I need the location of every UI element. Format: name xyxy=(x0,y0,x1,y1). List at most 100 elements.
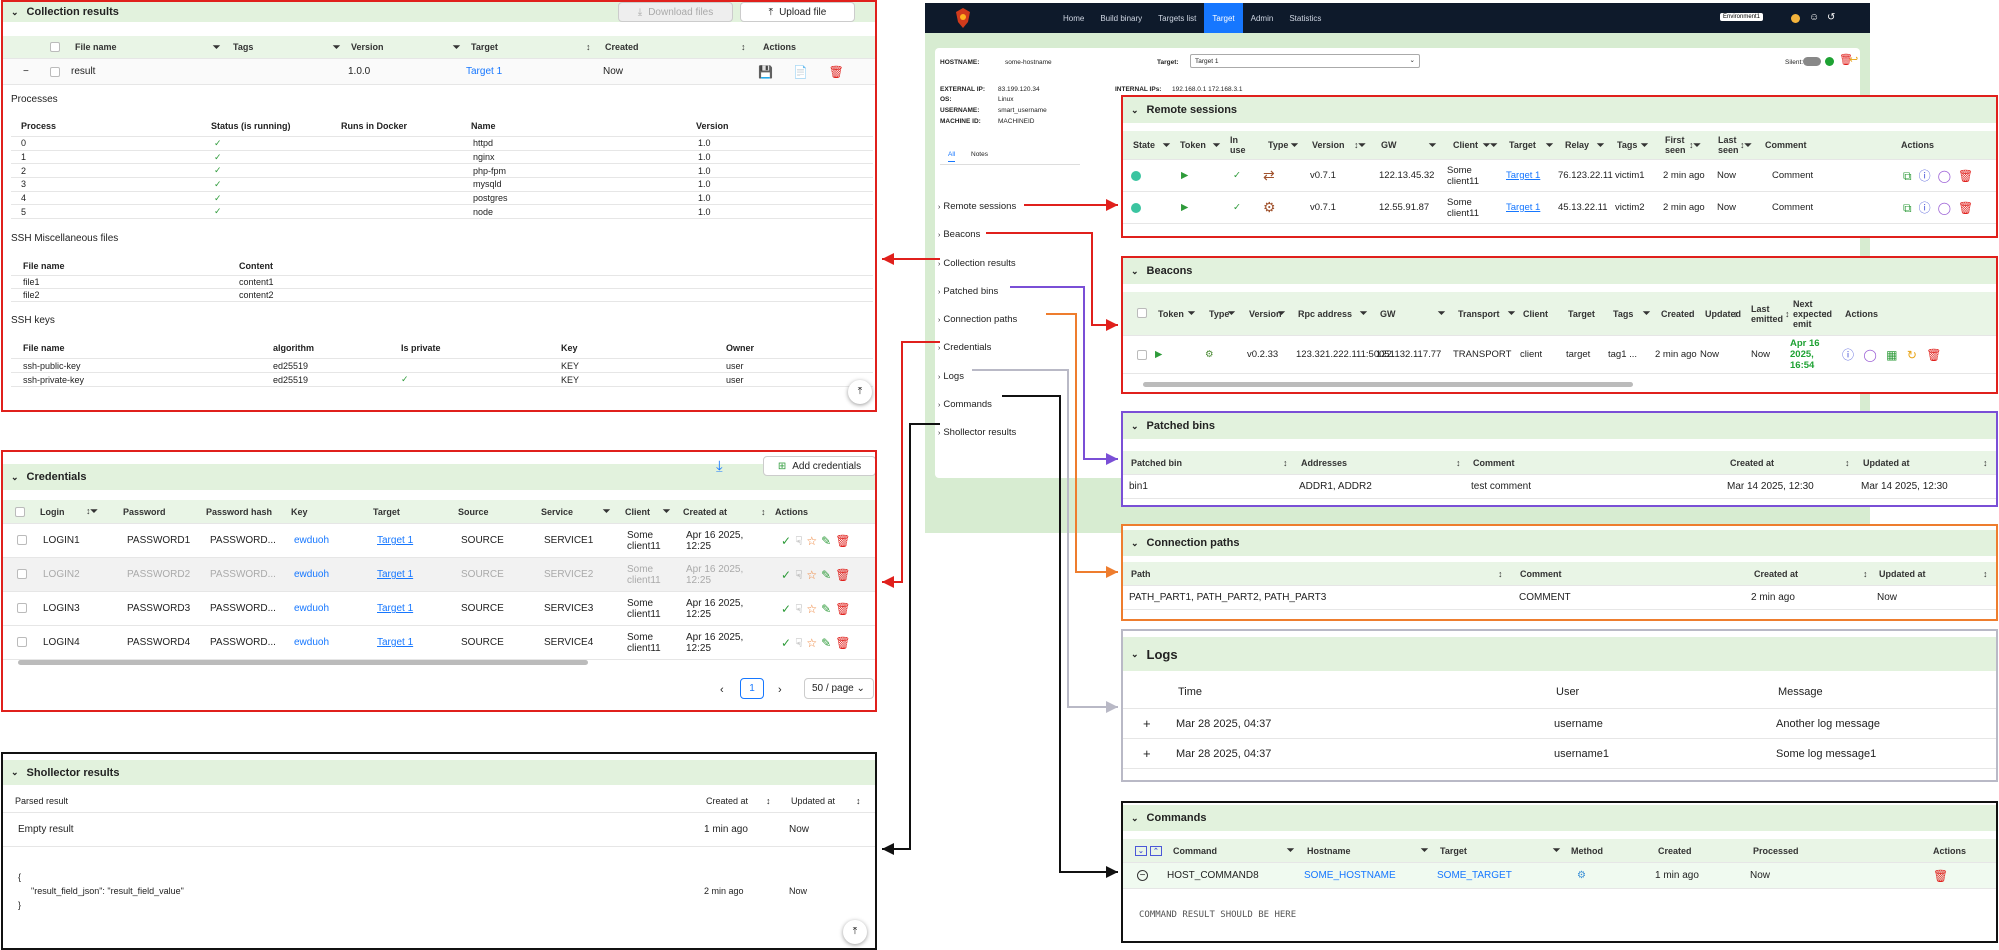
command-row[interactable]: − HOST_COMMAND8 SOME_HOSTNAME SOME_TARGE… xyxy=(1123,863,1996,889)
delete-icon[interactable]: 🗑 xyxy=(829,65,844,79)
info-icon[interactable]: ⓘ xyxy=(1919,169,1931,183)
horizontal-scrollbar[interactable] xyxy=(1143,382,1633,387)
row-checkbox[interactable] xyxy=(1137,350,1147,360)
dislike-icon[interactable]: ☟ xyxy=(795,602,802,616)
filter-icon[interactable]: ⏷ xyxy=(603,506,610,517)
sort-icon[interactable]: ↕ xyxy=(766,796,771,806)
nav-build-binary[interactable]: Build binary xyxy=(1092,3,1150,33)
section-logs[interactable]: › Logs xyxy=(935,363,1017,391)
remote-sessions-header[interactable]: ⌄ Remote sessions xyxy=(1123,97,1996,123)
section-remote-sessions[interactable]: › Remote sessions xyxy=(935,193,1017,221)
star-icon[interactable]: ☆ xyxy=(806,534,817,548)
nav-target[interactable]: Target xyxy=(1204,3,1243,33)
add-credentials-button[interactable]: ⊞ Add credentials xyxy=(763,456,875,476)
download-file-icon[interactable]: 💾 xyxy=(758,65,773,79)
star-icon[interactable]: ☆ xyxy=(806,568,817,582)
play-icon[interactable]: ▶ xyxy=(1181,202,1188,213)
section-beacons[interactable]: › Beacons xyxy=(935,221,1017,249)
scroll-top-button[interactable]: ⤒ xyxy=(848,380,872,404)
collection-target-link[interactable]: Target 1 xyxy=(466,66,502,77)
exit-icon[interactable]: ↩ xyxy=(1849,53,1858,66)
check-icon[interactable]: ✓ xyxy=(781,636,791,650)
target-link[interactable]: Target 1 xyxy=(1506,170,1540,181)
delete-icon[interactable]: 🗑 xyxy=(1958,169,1973,183)
section-shollector-results[interactable]: › Shollector results xyxy=(935,419,1017,447)
delete-icon[interactable]: 🗑 xyxy=(835,636,850,650)
select-all-checkbox[interactable] xyxy=(15,507,25,517)
delete-icon[interactable]: 🗑 xyxy=(835,602,850,616)
nav-home[interactable]: Home xyxy=(1055,3,1092,33)
delete-icon[interactable]: 🗑 xyxy=(835,534,850,548)
expand-all-icon[interactable]: ⌄ xyxy=(1135,845,1147,856)
col-tags[interactable]: Tags xyxy=(233,42,253,52)
logs-header[interactable]: ⌄ Logs xyxy=(1123,637,1996,671)
section-credentials[interactable]: › Credentials xyxy=(935,334,1017,362)
col-target[interactable]: Target xyxy=(471,42,498,52)
commands-header[interactable]: ⌄ Commands xyxy=(1123,805,1996,831)
edit-icon[interactable]: ✎ xyxy=(821,568,831,582)
target-select[interactable]: Target 1 ⌄ xyxy=(1190,54,1420,68)
dislike-icon[interactable]: ☟ xyxy=(795,534,802,548)
collapse-all-icon[interactable]: ⌃ xyxy=(1150,845,1162,856)
filter-icon[interactable]: ⏷ xyxy=(663,506,670,517)
shollector-header[interactable]: ⌄ Shollector results xyxy=(3,760,875,785)
log-row[interactable]: + Mar 28 2025, 04:37 username Another log m… xyxy=(1123,709,1996,739)
refresh-icon[interactable]: ↻ xyxy=(1907,348,1917,362)
target-link[interactable]: Target 1 xyxy=(377,637,413,648)
delete-icon[interactable]: 🗑 xyxy=(1933,869,1948,883)
page-number[interactable]: 1 xyxy=(740,678,764,699)
copy-icon[interactable]: ⧉ xyxy=(1903,169,1912,183)
collapse-row-icon[interactable]: − xyxy=(23,66,29,77)
star-icon[interactable]: ☆ xyxy=(806,602,817,616)
sort-icon[interactable]: ↕ xyxy=(586,42,591,52)
upload-file-button[interactable]: ⤒ Upload file xyxy=(740,2,855,22)
play-icon[interactable]: ▶ xyxy=(1181,170,1188,181)
patched-bins-header[interactable]: ⌄ Patched bins xyxy=(1123,413,1996,439)
target-link[interactable]: Target 1 xyxy=(377,535,413,546)
logout-icon[interactable]: ↺ xyxy=(1827,12,1835,23)
prev-page-icon[interactable]: ‹ xyxy=(720,684,724,696)
dislike-icon[interactable]: ☟ xyxy=(795,568,802,582)
key-link[interactable]: ewduoh xyxy=(294,535,329,546)
user-icon[interactable]: ☺ xyxy=(1809,12,1819,23)
chat-icon[interactable]: ◯ xyxy=(1863,348,1876,362)
target-link[interactable]: Target 1 xyxy=(1506,202,1540,213)
credential-row[interactable]: LOGIN1 PASSWORD1 PASSWORD... ewduoh Target 1… xyxy=(3,524,875,558)
collapse-row-icon[interactable]: − xyxy=(1137,870,1148,881)
expand-row-icon[interactable]: + xyxy=(1143,746,1151,761)
page-size-select[interactable]: 50 / page ⌄ xyxy=(804,678,874,699)
key-link[interactable]: ewduoh xyxy=(294,637,329,648)
tab-notes[interactable]: Notes xyxy=(971,151,988,158)
beacon-row[interactable]: ▶ ⚙ v0.2.33 123.321.222.111:50051 122.13… xyxy=(1123,336,1996,374)
section-patched-bins[interactable]: › Patched bins xyxy=(935,278,1017,306)
silent-toggle[interactable] xyxy=(1803,57,1821,66)
remote-session-row[interactable]: ▶ ✓ ⚙ v0.7.1 12.55.91.87 Some client11 Target … xyxy=(1123,192,1996,224)
nav-admin[interactable]: Admin xyxy=(1243,3,1282,33)
horizontal-scrollbar[interactable] xyxy=(18,660,588,665)
col-file-name[interactable]: File name xyxy=(75,42,117,52)
expand-row-icon[interactable]: + xyxy=(1143,716,1151,731)
star-icon[interactable]: ☆ xyxy=(806,636,817,650)
edit-icon[interactable]: ✎ xyxy=(821,636,831,650)
row-checkbox[interactable] xyxy=(17,535,27,545)
key-link[interactable]: ewduoh xyxy=(294,569,329,580)
credential-row[interactable]: LOGIN2 PASSWORD2 PASSWORD... ewduoh Target 1… xyxy=(3,558,875,592)
export-icon[interactable]: ⤓ xyxy=(716,458,723,475)
filter-icon[interactable]: ⏷ xyxy=(213,42,220,53)
target-link[interactable]: Target 1 xyxy=(377,569,413,580)
sort-icon[interactable]: ↕ xyxy=(761,507,766,517)
play-icon[interactable]: ▶ xyxy=(1155,349,1162,360)
filter-icon[interactable]: ⏷ xyxy=(333,42,340,53)
nav-targets-list[interactable]: Targets list xyxy=(1150,3,1204,33)
scroll-top-button[interactable]: ⤒ xyxy=(843,920,867,944)
environment-badge[interactable]: Environment1 xyxy=(1720,13,1764,21)
nav-statistics[interactable]: Statistics xyxy=(1281,3,1329,33)
filter-icon[interactable]: ⏷ xyxy=(453,42,460,53)
col-version[interactable]: Version xyxy=(351,42,384,52)
row-checkbox[interactable] xyxy=(17,603,27,613)
chat-icon[interactable]: ◯ xyxy=(1938,201,1951,215)
target-link[interactable]: Target 1 xyxy=(377,603,413,614)
credential-row[interactable]: LOGIN3 PASSWORD3 PASSWORD... ewduoh Target 1… xyxy=(3,592,875,626)
delete-icon[interactable]: 🗑 xyxy=(1926,348,1941,362)
info-icon[interactable]: ⓘ xyxy=(1919,201,1931,215)
